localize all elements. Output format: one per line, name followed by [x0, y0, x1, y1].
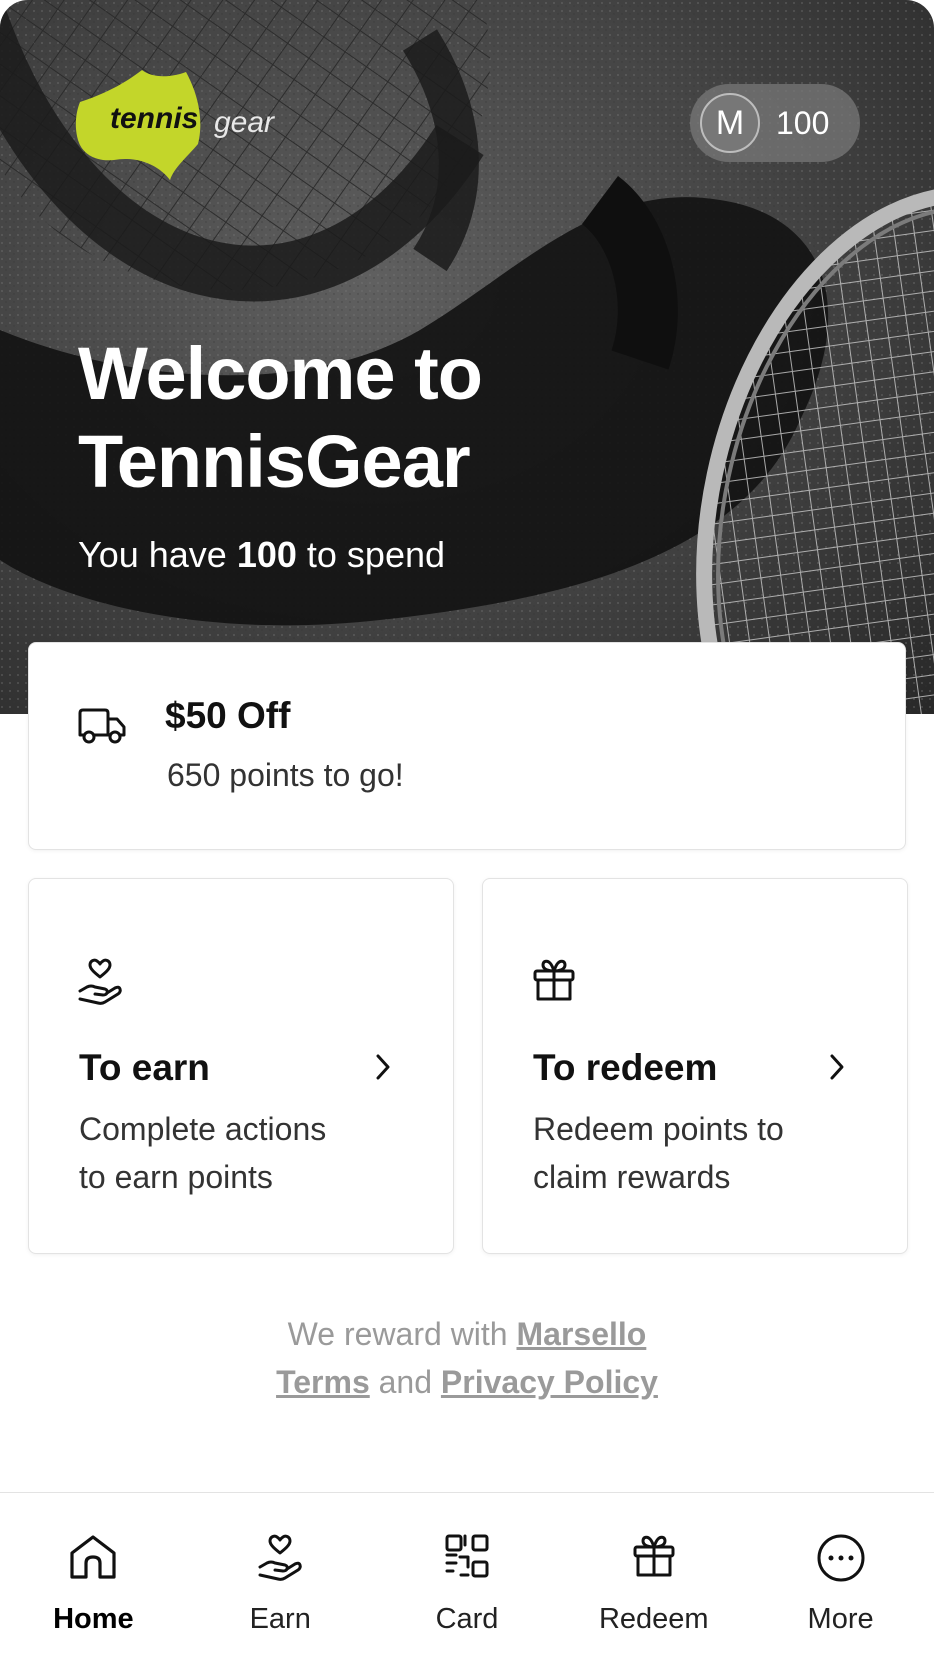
- hero-banner: tennis gear M 100 Welcome to TennisGear …: [0, 0, 934, 714]
- points-summary-prefix: You have: [78, 534, 237, 575]
- home-icon: [70, 1535, 116, 1579]
- nav-label-home: Home: [53, 1603, 134, 1635]
- app-frame: tennis gear M 100 Welcome to TennisGear …: [0, 0, 934, 1662]
- to-earn-description-line-1: Complete actions: [79, 1111, 327, 1147]
- privacy-policy-link[interactable]: Privacy Policy: [441, 1364, 658, 1400]
- points-balance: 100: [776, 104, 830, 141]
- logo-text-gear: gear: [214, 106, 275, 139]
- nav-item-redeem[interactable]: Redeem: [560, 1493, 747, 1662]
- nav-label-redeem: Redeem: [598, 1603, 709, 1635]
- points-balance-pill[interactable]: M 100: [690, 84, 860, 162]
- logo-text-tennis: tennis: [110, 102, 198, 135]
- to-earn-title: To earn: [79, 1047, 210, 1088]
- reward-attribution: We reward with Marsello: [0, 1310, 934, 1358]
- more-icon: [817, 1534, 865, 1582]
- to-redeem-description-line-2: claim rewards: [533, 1159, 731, 1195]
- points-summary-suffix: to spend: [296, 534, 446, 575]
- hand-heart-icon: [258, 1534, 302, 1581]
- nav-item-card[interactable]: Card: [374, 1493, 561, 1662]
- gift-icon: [633, 1535, 675, 1577]
- bottom-navigation: Home Earn Card Redeem More: [0, 1492, 934, 1662]
- welcome-title: Welcome to TennisGear: [78, 330, 778, 506]
- marsello-link[interactable]: Marsello: [516, 1316, 646, 1352]
- nav-label-earn: Earn: [249, 1603, 311, 1635]
- truck-icon: [78, 708, 126, 744]
- terms-link[interactable]: Terms: [276, 1364, 370, 1400]
- nav-item-more[interactable]: More: [747, 1493, 934, 1662]
- to-redeem-description-line-1: Redeem points to: [533, 1111, 784, 1147]
- chevron-right-icon: [376, 1054, 390, 1080]
- tennisgear-logo: tennis gear: [74, 64, 284, 184]
- footer-links: We reward with Marsello Terms and Privac…: [0, 1310, 934, 1406]
- reward-attribution-text: We reward with: [287, 1316, 517, 1352]
- to-earn-description-line-2: to earn points: [79, 1159, 273, 1195]
- to-redeem-description: Redeem points to claim rewards: [533, 1105, 853, 1201]
- avatar: M: [700, 93, 760, 153]
- legal-and-text: and: [369, 1364, 441, 1400]
- chevron-right-icon: [830, 1054, 844, 1080]
- to-earn-description: Complete actions to earn points: [79, 1105, 399, 1201]
- welcome-title-line-1: Welcome to: [78, 332, 483, 415]
- nav-item-home[interactable]: Home: [0, 1493, 187, 1662]
- points-summary: You have 100 to spend: [78, 534, 445, 576]
- reward-progress-text: 650 points to go!: [167, 757, 404, 793]
- avatar-initial: M: [715, 103, 745, 142]
- next-reward-card[interactable]: $50 Off 650 points to go!: [28, 642, 906, 850]
- qr-code-icon: [445, 1534, 489, 1578]
- nav-label-card: Card: [435, 1603, 499, 1635]
- to-redeem-card[interactable]: To redeem Redeem points to claim rewards: [482, 878, 908, 1254]
- app: tennis gear M 100 Welcome to TennisGear …: [0, 0, 934, 1662]
- nav-item-earn[interactable]: Earn: [187, 1493, 374, 1662]
- legal-links: Terms and Privacy Policy: [0, 1358, 934, 1406]
- to-redeem-title: To redeem: [533, 1047, 718, 1088]
- reward-title: $50 Off: [165, 695, 291, 736]
- hand-heart-icon: [78, 958, 122, 1005]
- nav-label-more: More: [807, 1603, 874, 1635]
- to-earn-card[interactable]: To earn Complete actions to earn points: [28, 878, 454, 1254]
- points-summary-value: 100: [236, 534, 297, 575]
- welcome-title-line-2: TennisGear: [78, 420, 471, 503]
- gift-icon: [533, 959, 575, 1001]
